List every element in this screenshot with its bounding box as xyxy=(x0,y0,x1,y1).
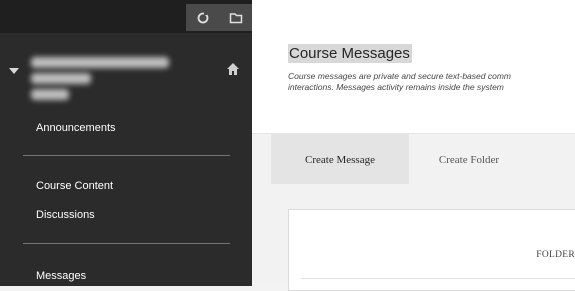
redacted-course-name xyxy=(31,57,169,68)
table-divider xyxy=(301,278,575,279)
sidebar-item-course-content[interactable]: Course Content xyxy=(36,180,113,192)
course-sidebar: Announcements Course Content Discussions… xyxy=(0,0,252,286)
collapse-caret-icon[interactable] xyxy=(9,68,19,74)
sidebar-item-discussions[interactable]: Discussions xyxy=(36,209,95,221)
sidebar-item-messages[interactable]: Messages xyxy=(36,270,86,282)
page-title: Course Messages xyxy=(288,44,412,63)
sidebar-divider xyxy=(23,243,230,244)
folder-icon[interactable] xyxy=(228,10,244,26)
messages-table-panel: FOLDER xyxy=(288,209,575,291)
content-area: FOLDER xyxy=(252,184,575,291)
page-description: Course messages are private and secure t… xyxy=(288,71,575,93)
sidebar-divider xyxy=(23,155,230,156)
folder-column-header[interactable]: FOLDER xyxy=(536,250,575,260)
page-description-line: Course messages are private and secure t… xyxy=(288,71,511,81)
tab-create-folder[interactable]: Create Folder xyxy=(409,134,529,185)
page-description-line: interactions. Messages activity remains … xyxy=(288,82,504,92)
refresh-icon[interactable] xyxy=(195,10,211,26)
course-menu-header[interactable] xyxy=(0,53,252,109)
redacted-course-name xyxy=(31,73,91,84)
sidebar-toolbar xyxy=(186,4,252,31)
home-icon[interactable] xyxy=(226,61,240,75)
action-tabbar: Create Message Create Folder xyxy=(252,133,575,185)
tab-create-message[interactable]: Create Message xyxy=(271,134,409,185)
sidebar-item-announcements[interactable]: Announcements xyxy=(36,122,116,134)
redacted-course-name xyxy=(31,89,69,100)
